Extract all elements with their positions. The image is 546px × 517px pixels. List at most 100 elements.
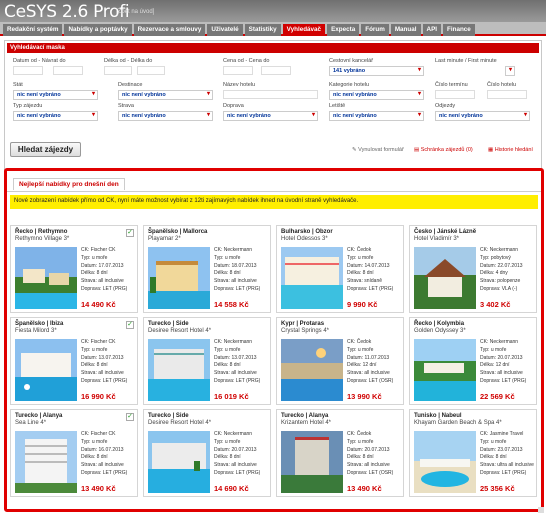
basket-link[interactable]: ▤ Schránka zájezdů (0)	[414, 147, 473, 153]
term-no-label: Číslo termínu	[435, 82, 468, 88]
offer-card[interactable]: Turecko | Side Desiree Resort Hotel 4* CK:…	[143, 409, 271, 497]
airport-select[interactable]: nic není vybráno	[329, 111, 424, 121]
offer-hotel[interactable]: Rethymno Village 3*	[15, 236, 69, 242]
offer-card[interactable]: Řecko | Kolymbia Golden Odyssey 3* CK: Nec…	[409, 317, 537, 405]
nav-tab[interactable]: Uživatelé	[207, 24, 243, 36]
nav-tab[interactable]: Manual	[390, 24, 421, 36]
hotel-photo[interactable]	[15, 339, 77, 401]
offer-strava: Strava: all inclusive	[347, 370, 393, 378]
nav-tab[interactable]: API	[422, 24, 442, 36]
offer-card[interactable]: Tunisko | Nabeul Khayam Garden Beach & Sp…	[409, 409, 537, 497]
offer-ck-label: CK:	[81, 247, 90, 253]
offer-hotel[interactable]: Fiesta Milord 3*	[15, 328, 57, 334]
offer-card[interactable]: Kypr | Protaras Crystal Springs 4* CK: Čed…	[276, 317, 404, 405]
offer-delka-label: Délka:	[347, 454, 362, 461]
offer-hotel[interactable]: Crystal Springs 4*	[281, 328, 329, 334]
date-from-input[interactable]	[13, 66, 43, 75]
offer-info: CK: Neckermann Typ: pobytový Datum: 22.07.…	[480, 247, 523, 294]
length-to-input[interactable]	[137, 66, 165, 75]
hotel-photo[interactable]	[15, 247, 77, 309]
destination-select[interactable]: nic není vybráno	[118, 90, 213, 100]
offer-title[interactable]: Bulharsko | Obzor	[281, 229, 333, 235]
search-button[interactable]: Hledat zájezdy	[10, 142, 81, 157]
offer-delka-label: Délka:	[480, 270, 495, 277]
nav-tab[interactable]: Rezervace a smlouvy	[133, 24, 206, 36]
offer-strava-label: Strava:	[214, 370, 230, 377]
check-icon[interactable]: ✓	[126, 413, 134, 421]
offer-doprava-value: LET (PRG)	[102, 285, 128, 292]
trip-type-select[interactable]: nic není vybráno	[13, 111, 98, 121]
offer-typ: Typ: pobytový	[480, 255, 523, 263]
term-no-input[interactable]	[435, 90, 475, 99]
length-from-input[interactable]	[104, 66, 132, 75]
offer-hotel[interactable]: Playamar 2*	[148, 236, 181, 242]
agency-select[interactable]: 141 vybráno	[329, 66, 424, 76]
offer-title[interactable]: Turecko | Side	[148, 321, 189, 327]
offer-hotel[interactable]: Sea Line 4*	[15, 420, 46, 426]
offer-title[interactable]: Španělsko | Ibiza	[15, 321, 63, 327]
hotel-photo[interactable]	[281, 247, 343, 309]
offer-card[interactable]: Turecko | Side Desiree Resort Hotel 4* CK:…	[143, 317, 271, 405]
offer-hotel[interactable]: Golden Odyssey 3*	[414, 328, 466, 334]
offer-datum: Datum: 23.07.2013	[480, 447, 534, 455]
board-select[interactable]: nic není vybráno	[118, 111, 213, 121]
hotel-photo[interactable]	[414, 431, 476, 493]
offer-title[interactable]: Španělsko | Mallorca	[148, 229, 207, 235]
offer-hotel[interactable]: Desiree Resort Hotel 4*	[148, 328, 211, 334]
lastminute-select[interactable]	[505, 66, 515, 76]
offer-title[interactable]: Česko | Jánské Lázně	[414, 229, 476, 235]
offer-card[interactable]: Bulharsko | Obzor Hotel Odessos 3* CK: Čed…	[276, 225, 404, 313]
nav-tab[interactable]: Fórum	[361, 24, 389, 36]
offer-hotel[interactable]: Khayam Garden Beach & Spa 4*	[414, 420, 502, 426]
hotel-no-input[interactable]	[487, 90, 527, 99]
hotel-photo[interactable]	[414, 247, 476, 309]
offer-info: CK: Fischer CK Typ: u moře Datum: 16.07.20…	[81, 431, 127, 478]
hotel-photo[interactable]	[281, 339, 343, 401]
back-link[interactable]: [Zpět na úvod]	[116, 9, 154, 15]
check-icon[interactable]: ✓	[126, 229, 134, 237]
state-select[interactable]: nic není vybráno	[13, 90, 98, 100]
departure-select[interactable]: nic není vybráno	[435, 111, 530, 121]
hotel-photo[interactable]	[148, 247, 210, 309]
offer-card[interactable]: Řecko | Rethymno Rethymno Village 3* ✓ CK: …	[10, 225, 138, 313]
offer-card[interactable]: Španělsko | Ibiza Fiesta Milord 3* ✓ CK: Fi…	[10, 317, 138, 405]
offer-hotel[interactable]: Desiree Resort Hotel 4*	[148, 420, 211, 426]
hotel-name-input[interactable]	[223, 90, 318, 99]
nav-tab[interactable]: Redakční systém	[3, 24, 63, 36]
history-link[interactable]: ▦ Historie hledání	[488, 147, 533, 153]
tab-best-offers[interactable]: Nejlepší nabídky pro dnešní den	[13, 178, 125, 190]
hotel-photo[interactable]	[148, 431, 210, 493]
offer-card[interactable]: Turecko | Alanya Krizantem Hotel 4* CK: Če…	[276, 409, 404, 497]
nav-tab[interactable]: Nabídky a poptávky	[64, 24, 132, 36]
offer-card[interactable]: Turecko | Alanya Sea Line 4* ✓ CK: Fischer …	[10, 409, 138, 497]
offer-hotel[interactable]: Krizantem Hotel 4*	[281, 420, 331, 426]
offer-hotel[interactable]: Hotel Vladimír 3*	[414, 236, 459, 242]
hotel-photo[interactable]	[15, 431, 77, 493]
nav-tab[interactable]: Statistiky	[244, 24, 281, 36]
price-to-input[interactable]	[261, 66, 291, 75]
hotel-photo[interactable]	[148, 339, 210, 401]
hotel-photo[interactable]	[414, 339, 476, 401]
price-from-input[interactable]	[223, 66, 253, 75]
transport-select[interactable]: nic není vybráno	[223, 111, 318, 121]
offer-title[interactable]: Řecko | Kolymbia	[414, 321, 464, 327]
offer-hotel[interactable]: Hotel Odessos 3*	[281, 236, 328, 242]
nav-tab[interactable]: Finance	[443, 24, 475, 36]
nav-tab[interactable]: Expecta	[327, 24, 360, 36]
hotel-cat-select[interactable]: nic není vybráno	[329, 90, 424, 100]
offer-title[interactable]: Turecko | Alanya	[15, 413, 62, 419]
nav-tab[interactable]: Vyhledávač	[282, 24, 326, 36]
offer-title[interactable]: Turecko | Side	[148, 413, 189, 419]
check-icon[interactable]: ✓	[126, 321, 134, 329]
scrollbar-corner[interactable]	[538, 507, 544, 513]
offer-title[interactable]: Tunisko | Nabeul	[414, 413, 462, 419]
offer-title[interactable]: Turecko | Alanya	[281, 413, 328, 419]
offer-card[interactable]: Česko | Jánské Lázně Hotel Vladimír 3* CK:…	[409, 225, 537, 313]
offer-ck-value: Čedok	[356, 431, 372, 437]
offer-card[interactable]: Španělsko | Mallorca Playamar 2* CK: Necke…	[143, 225, 271, 313]
offer-title[interactable]: Řecko | Rethymno	[15, 229, 67, 235]
return-to-input[interactable]	[53, 66, 83, 75]
clear-form-link[interactable]: ✎ Vynulovat formulář	[352, 147, 404, 153]
hotel-photo[interactable]	[281, 431, 343, 493]
offer-title[interactable]: Kypr | Protaras	[281, 321, 324, 327]
